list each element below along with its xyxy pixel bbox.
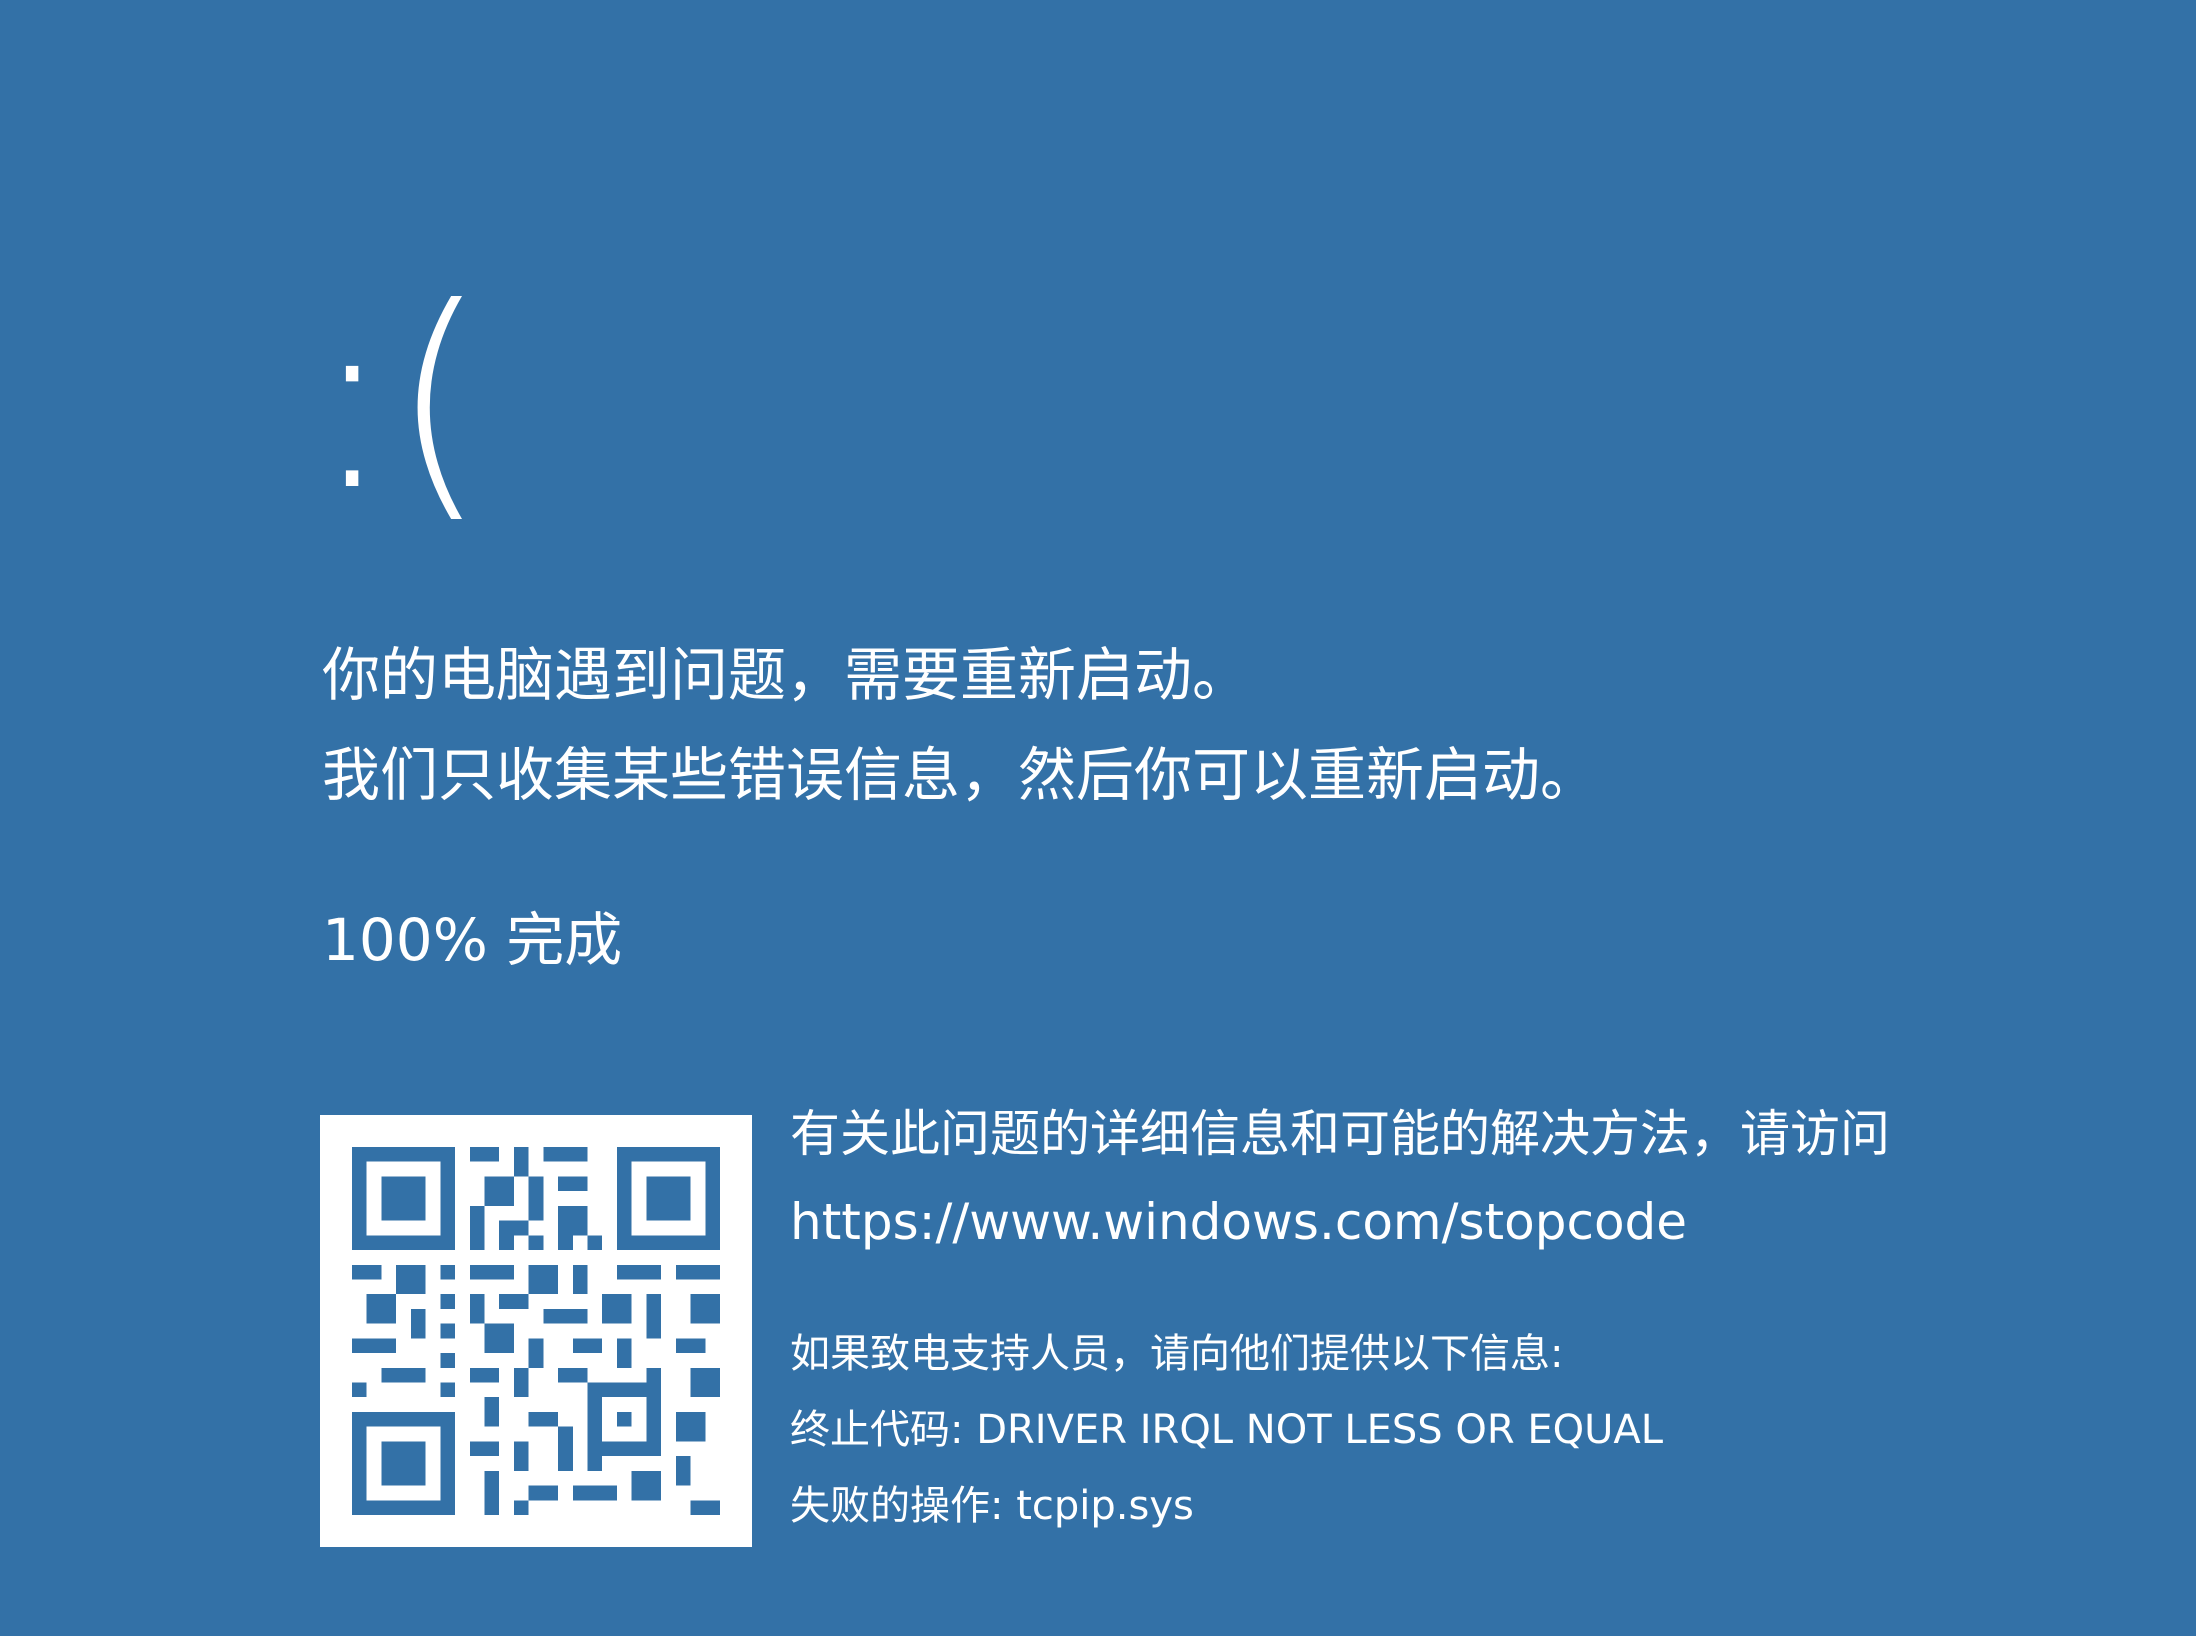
stopcode-link[interactable]: https://www.windows.com/stopcode (790, 1178, 1890, 1266)
bsod-screen: :( 你的电脑遇到问题，需要重新启动。 我们只收集某些错误信息，然后你可以重新启… (0, 0, 2196, 1636)
support-intro: 如果致电支持人员，请向他们提供以下信息: (790, 1331, 1564, 1377)
failed-operation: 失败的操作: tcpip.sys (790, 1483, 1194, 1529)
error-message-line-1: 你的电脑遇到问题，需要重新启动。 (322, 641, 1251, 709)
progress-status: 100% 完成 (322, 906, 623, 974)
details-text: 有关此问题的详细信息和可能的解决方法，请访问 (790, 1105, 1890, 1163)
error-message-line-2: 我们只收集某些错误信息，然后你可以重新启动。 (322, 741, 1599, 809)
support-info: 如果致电支持人员，请向他们提供以下信息: 终止代码: DRIVER IRQL N… (790, 1316, 1890, 1544)
stop-code: 终止代码: DRIVER IRQL NOT LESS OR EQUAL (790, 1407, 1664, 1453)
qr-code-icon (320, 1115, 752, 1547)
error-message: 你的电脑遇到问题，需要重新启动。 我们只收集某些错误信息，然后你可以重新启动。 (322, 625, 1598, 825)
qr-code-pattern (352, 1147, 720, 1515)
error-info: 有关此问题的详细信息和可能的解决方法，请访问 https://www.windo… (790, 1090, 1890, 1544)
sad-face-emoticon: :( (310, 254, 488, 545)
